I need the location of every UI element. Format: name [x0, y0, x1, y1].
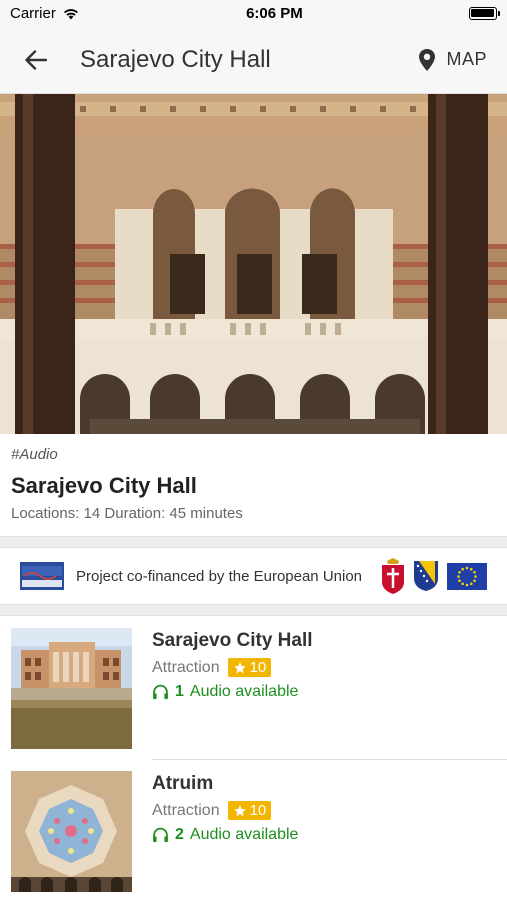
star-icon — [233, 804, 246, 816]
audio-availability: 2 Audio available — [152, 826, 298, 844]
list-item-body: Atruim Attraction 10 2 Audio available — [152, 771, 298, 890]
headphones-icon — [153, 827, 168, 843]
rating-value: 10 — [249, 802, 267, 819]
rating-value: 10 — [249, 659, 267, 676]
section-divider — [0, 604, 507, 616]
eu-flags — [381, 558, 487, 594]
list-item-thumbnail — [11, 628, 132, 749]
tour-intro: #Audio Sarajevo City Hall Locations: 14 … — [0, 434, 507, 536]
rating-badge: 10 — [227, 658, 272, 677]
status-time: 6:06 PM — [246, 4, 303, 22]
atrium-illustration — [0, 94, 507, 434]
audio-count: 2 — [175, 826, 184, 843]
serbia-coat-of-arms-icon — [382, 558, 404, 594]
map-label: MAP — [446, 49, 487, 69]
list-item-title: Atruim — [152, 773, 214, 794]
list-item-title: Sarajevo City Hall — [152, 630, 313, 651]
battery-icon — [468, 6, 500, 20]
location-list: Sarajevo City Hall Attraction 10 1 Audio… — [0, 616, 507, 900]
carrier-label: Carrier — [10, 4, 56, 22]
headphones-icon — [153, 684, 168, 700]
back-button[interactable] — [22, 46, 50, 74]
hero-image — [0, 94, 507, 434]
page-title: Sarajevo City Hall — [80, 45, 271, 73]
status-left: Carrier — [10, 5, 80, 22]
list-item-category: Attraction — [152, 658, 220, 676]
eu-banner-text: Project co-financed by the European Unio… — [76, 567, 363, 585]
list-item-body: Sarajevo City Hall Attraction 10 1 Audio… — [152, 628, 313, 747]
section-divider — [0, 536, 507, 548]
back-arrow-icon — [25, 49, 47, 70]
list-item[interactable]: Atruim Attraction 10 2 Audio available — [0, 759, 507, 900]
audio-label: Audio available — [189, 826, 299, 843]
status-bar: Carrier 6:06 PM — [0, 0, 507, 26]
interreg-logo-icon — [20, 562, 64, 590]
list-item-thumbnail — [11, 771, 132, 892]
tour-title: Sarajevo City Hall — [11, 473, 197, 498]
star-icon — [233, 661, 246, 673]
tour-tag[interactable]: #Audio — [11, 446, 496, 463]
audio-count: 1 — [175, 683, 184, 700]
bosnia-coat-of-arms-icon — [414, 561, 438, 591]
nav-bar: Sarajevo City Hall MAP — [0, 26, 507, 94]
wifi-icon — [63, 8, 78, 19]
rating-badge: 10 — [227, 801, 272, 820]
audio-availability: 1 Audio available — [152, 683, 313, 701]
tour-meta: Locations: 14 Duration: 45 minutes — [11, 505, 243, 522]
list-item-category: Attraction — [152, 801, 220, 819]
list-item[interactable]: Sarajevo City Hall Attraction 10 1 Audio… — [0, 616, 507, 759]
map-button[interactable]: MAP — [418, 48, 487, 72]
eu-flag-icon — [447, 562, 487, 590]
list-item-meta: Attraction 10 — [152, 658, 313, 677]
eu-banner: Project co-financed by the European Unio… — [0, 548, 507, 604]
audio-label: Audio available — [189, 683, 299, 700]
map-pin-icon — [419, 48, 436, 71]
list-item-meta: Attraction 10 — [152, 801, 298, 820]
